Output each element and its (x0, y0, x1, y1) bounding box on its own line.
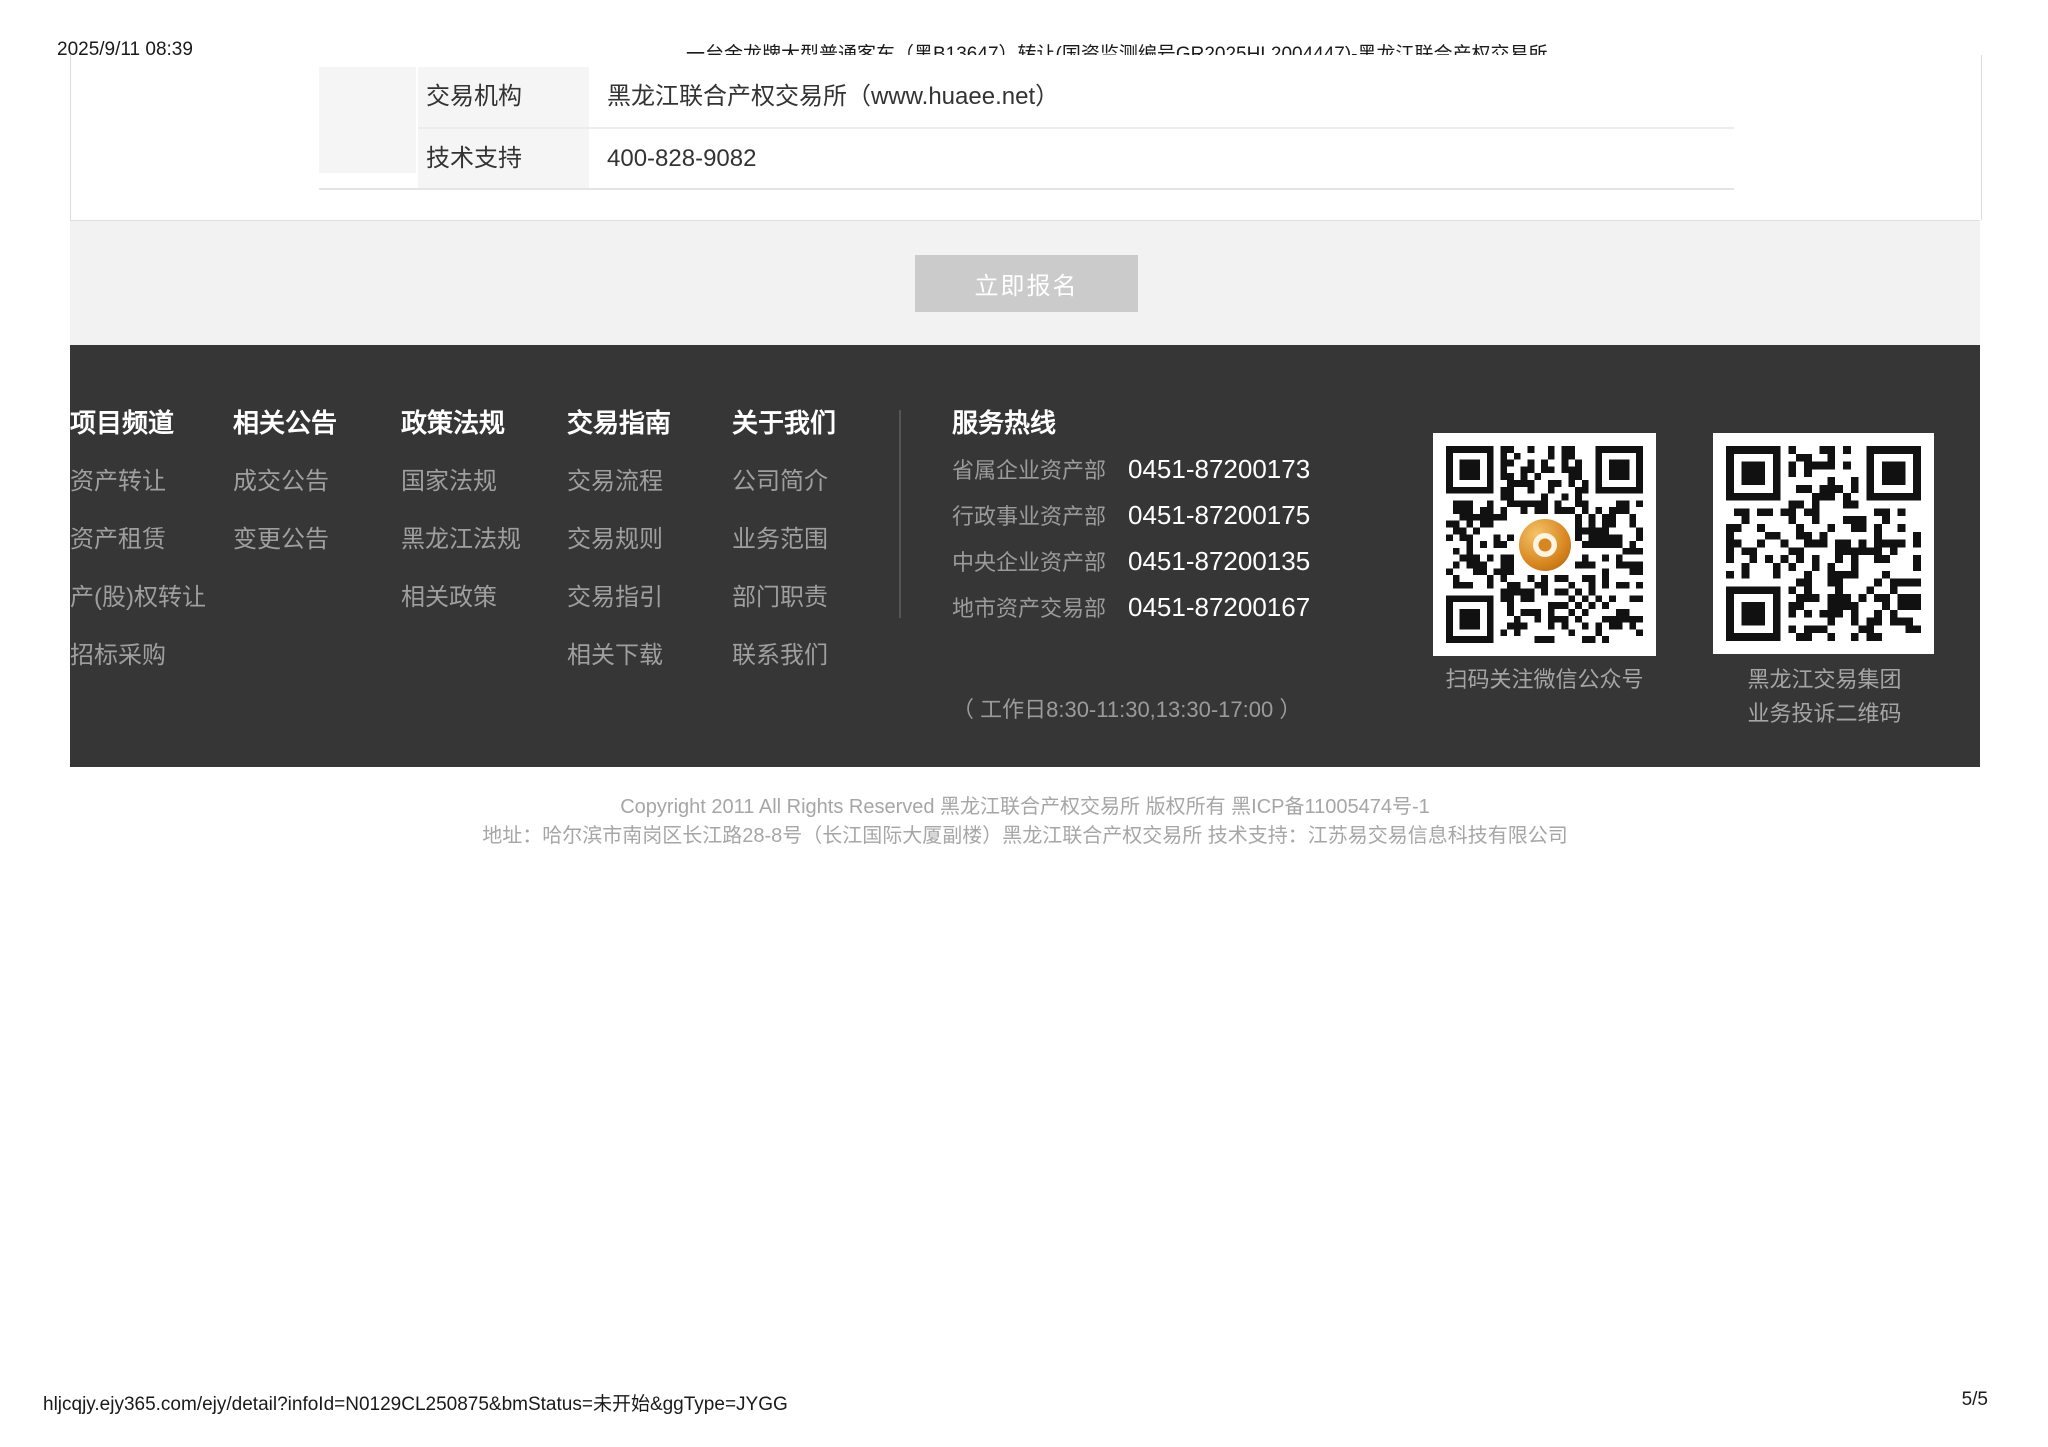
signup-band: 立即报名 (70, 220, 1980, 345)
hotline-entry: 省属企业资产部 0451-87200173 (952, 454, 1412, 484)
footer-nav-link[interactable]: 资产转让 (70, 468, 230, 496)
table-value-tech-support: 400-828-9082 (591, 129, 1734, 188)
hotline-phone: 0451-87200135 (1128, 546, 1310, 577)
footer-nav-link[interactable]: 交易指引 (567, 584, 727, 612)
hotline-department: 行政事业资产部 (952, 499, 1128, 531)
footer-nav-link[interactable]: 相关下载 (567, 642, 727, 670)
footer-nav-column-policies: 政策法规 国家法规 黑龙江法规 相关政策 (401, 408, 561, 612)
footer-nav-link[interactable]: 成交公告 (233, 468, 393, 496)
table-label-trading-institution: 交易机构 (418, 67, 589, 127)
table-rowspan-cell (319, 67, 416, 173)
print-page-indicator: 5/5 (1962, 1389, 1988, 1411)
copyright-line2: 地址：哈尔滨市南岗区长江路28-8号（长江国际大厦副楼）黑龙江联合产权交易所 技… (70, 822, 1980, 851)
footer-nav-link[interactable]: 国家法规 (401, 468, 561, 496)
table-value-trading-institution: 黑龙江联合产权交易所（www.huaee.net） (591, 67, 1734, 127)
complaint-qr-code (1713, 433, 1934, 654)
site-footer: 项目频道 资产转让 资产租赁 产(股)权转让 招标采购 相关公告 成交公告 变更… (70, 345, 1980, 767)
footer-nav-link[interactable]: 资产租赁 (70, 526, 230, 554)
signup-button[interactable]: 立即报名 (915, 255, 1138, 312)
hotline-department: 地市资产交易部 (952, 591, 1128, 623)
hotline-entry: 中央企业资产部 0451-87200135 (952, 546, 1412, 576)
hotline-department: 省属企业资产部 (952, 453, 1128, 485)
footer-nav-title: 相关公告 (233, 408, 393, 438)
footer-nav-title: 项目频道 (70, 408, 230, 438)
table-label-tech-support: 技术支持 (418, 129, 589, 188)
footer-hotline-section: 服务热线 省属企业资产部 0451-87200173 行政事业资产部 0451-… (952, 408, 1412, 724)
footer-nav-link[interactable]: 公司简介 (732, 468, 892, 496)
copyright-line1: Copyright 2011 All Rights Reserved 黑龙江联合… (70, 793, 1980, 822)
footer-nav-link[interactable]: 产(股)权转让 (70, 584, 230, 612)
footer-nav-column-about: 关于我们 公司简介 业务范围 部门职责 联系我们 (732, 408, 892, 670)
hotline-department: 中央企业资产部 (952, 545, 1128, 577)
hotline-phone: 0451-87200175 (1128, 500, 1310, 531)
footer-nav-link[interactable]: 交易流程 (567, 468, 727, 496)
footer-nav-link[interactable]: 招标采购 (70, 642, 230, 670)
qr-code-image (1726, 446, 1921, 641)
footer-nav-title: 交易指南 (567, 408, 727, 438)
footer-nav-title: 政策法规 (401, 408, 561, 438)
footer-nav-link[interactable]: 黑龙江法规 (401, 526, 561, 554)
print-source-url: hljcqjy.ejy365.com/ejy/detail?infoId=N01… (43, 1389, 788, 1416)
hotline-work-hours: （ 工作日8:30-11:30,13:30-17:00 ） (952, 692, 1412, 724)
hotline-entry: 地市资产交易部 0451-87200167 (952, 592, 1412, 622)
footer-nav-link[interactable]: 部门职责 (732, 584, 892, 612)
hotline-title: 服务热线 (952, 408, 1412, 438)
hotline-phone: 0451-87200167 (1128, 592, 1310, 623)
footer-nav-link[interactable]: 交易规则 (567, 526, 727, 554)
info-table: 交易机构 黑龙江联合产权交易所（www.huaee.net） 技术支持 400-… (319, 67, 1734, 190)
content-card: 交易机构 黑龙江联合产权交易所（www.huaee.net） 技术支持 400-… (70, 55, 1982, 220)
footer-nav-title: 关于我们 (732, 408, 892, 438)
huaee-logo-icon (1515, 515, 1575, 575)
wechat-qr-caption: 扫码关注微信公众号 (1403, 663, 1686, 697)
footer-nav-link[interactable]: 变更公告 (233, 526, 393, 554)
footer-nav-column-announcements: 相关公告 成交公告 变更公告 (233, 408, 393, 554)
footer-nav-link[interactable]: 联系我们 (732, 642, 892, 670)
footer-nav-link[interactable]: 相关政策 (401, 584, 561, 612)
footer-nav-link[interactable]: 业务范围 (732, 526, 892, 554)
copyright-block: Copyright 2011 All Rights Reserved 黑龙江联合… (70, 793, 1980, 851)
footer-nav-column-projects: 项目频道 资产转让 资产租赁 产(股)权转让 招标采购 (70, 408, 230, 670)
hotline-phone: 0451-87200173 (1128, 454, 1310, 485)
hotline-entry: 行政事业资产部 0451-87200175 (952, 500, 1412, 530)
table-bottom-border (319, 188, 1734, 190)
wechat-qr-code (1433, 433, 1656, 656)
complaint-qr-caption: 黑龙江交易集团 业务投诉二维码 (1683, 663, 1966, 731)
footer-nav-column-guide: 交易指南 交易流程 交易规则 交易指引 相关下载 (567, 408, 727, 670)
footer-vertical-divider (899, 410, 901, 618)
